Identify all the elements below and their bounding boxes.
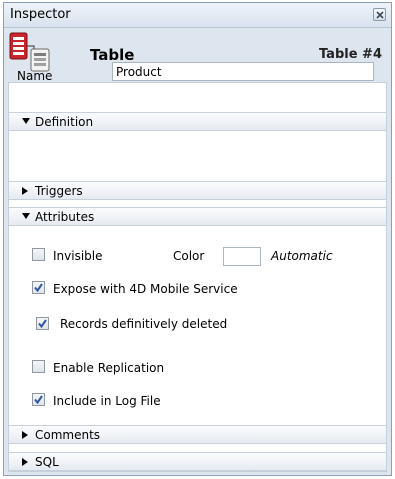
section-triggers-header[interactable]: Triggers (9, 181, 386, 200)
section-triggers-label: Triggers (35, 184, 83, 198)
checkmark-icon (34, 283, 43, 292)
close-icon (376, 11, 384, 19)
section-attributes-header[interactable]: Attributes (9, 207, 386, 226)
checkmark-icon (38, 319, 47, 328)
window-title: Inspector (10, 7, 71, 22)
close-button[interactable] (373, 8, 386, 21)
color-swatch[interactable] (223, 247, 261, 266)
records-deleted-label: Records definitively deleted (60, 317, 228, 331)
title-bar: Inspector (4, 3, 391, 28)
checkmark-icon (34, 395, 43, 404)
triangle-down-icon (22, 213, 30, 219)
section-sql-label: SQL (35, 455, 59, 469)
triangle-down-icon (22, 118, 30, 124)
enable-replication-label: Enable Replication (53, 361, 165, 375)
name-input[interactable] (112, 62, 374, 81)
triangle-right-icon (22, 458, 28, 466)
color-label: Color (173, 249, 205, 263)
inspector-window: Inspector Table Table #4 Definition Name… (3, 2, 392, 476)
name-label: Name (17, 69, 53, 83)
section-definition-header[interactable]: Definition (9, 112, 386, 131)
triangle-right-icon (22, 431, 28, 439)
color-value: Automatic (271, 249, 333, 263)
section-comments-label: Comments (35, 428, 101, 442)
invisible-label: Invisible (53, 249, 103, 263)
inspector-content: Definition Name Triggers Attributes Invi… (8, 62, 387, 472)
section-attributes-label: Attributes (35, 210, 95, 224)
enable-replication-checkbox[interactable] (32, 360, 45, 373)
table-icon (9, 32, 50, 72)
invisible-checkbox[interactable] (32, 248, 45, 261)
include-log-label: Include in Log File (53, 394, 161, 408)
table-number: Table #4 (318, 47, 382, 62)
section-comments-header[interactable]: Comments (9, 425, 386, 444)
triangle-right-icon (22, 187, 28, 195)
expose-mobile-label: Expose with 4D Mobile Service (53, 282, 238, 296)
records-deleted-checkbox[interactable] (36, 317, 49, 330)
include-log-checkbox[interactable] (32, 393, 45, 406)
section-sql-header[interactable]: SQL (9, 452, 386, 471)
expose-mobile-checkbox[interactable] (32, 281, 45, 294)
section-definition-label: Definition (35, 115, 94, 129)
